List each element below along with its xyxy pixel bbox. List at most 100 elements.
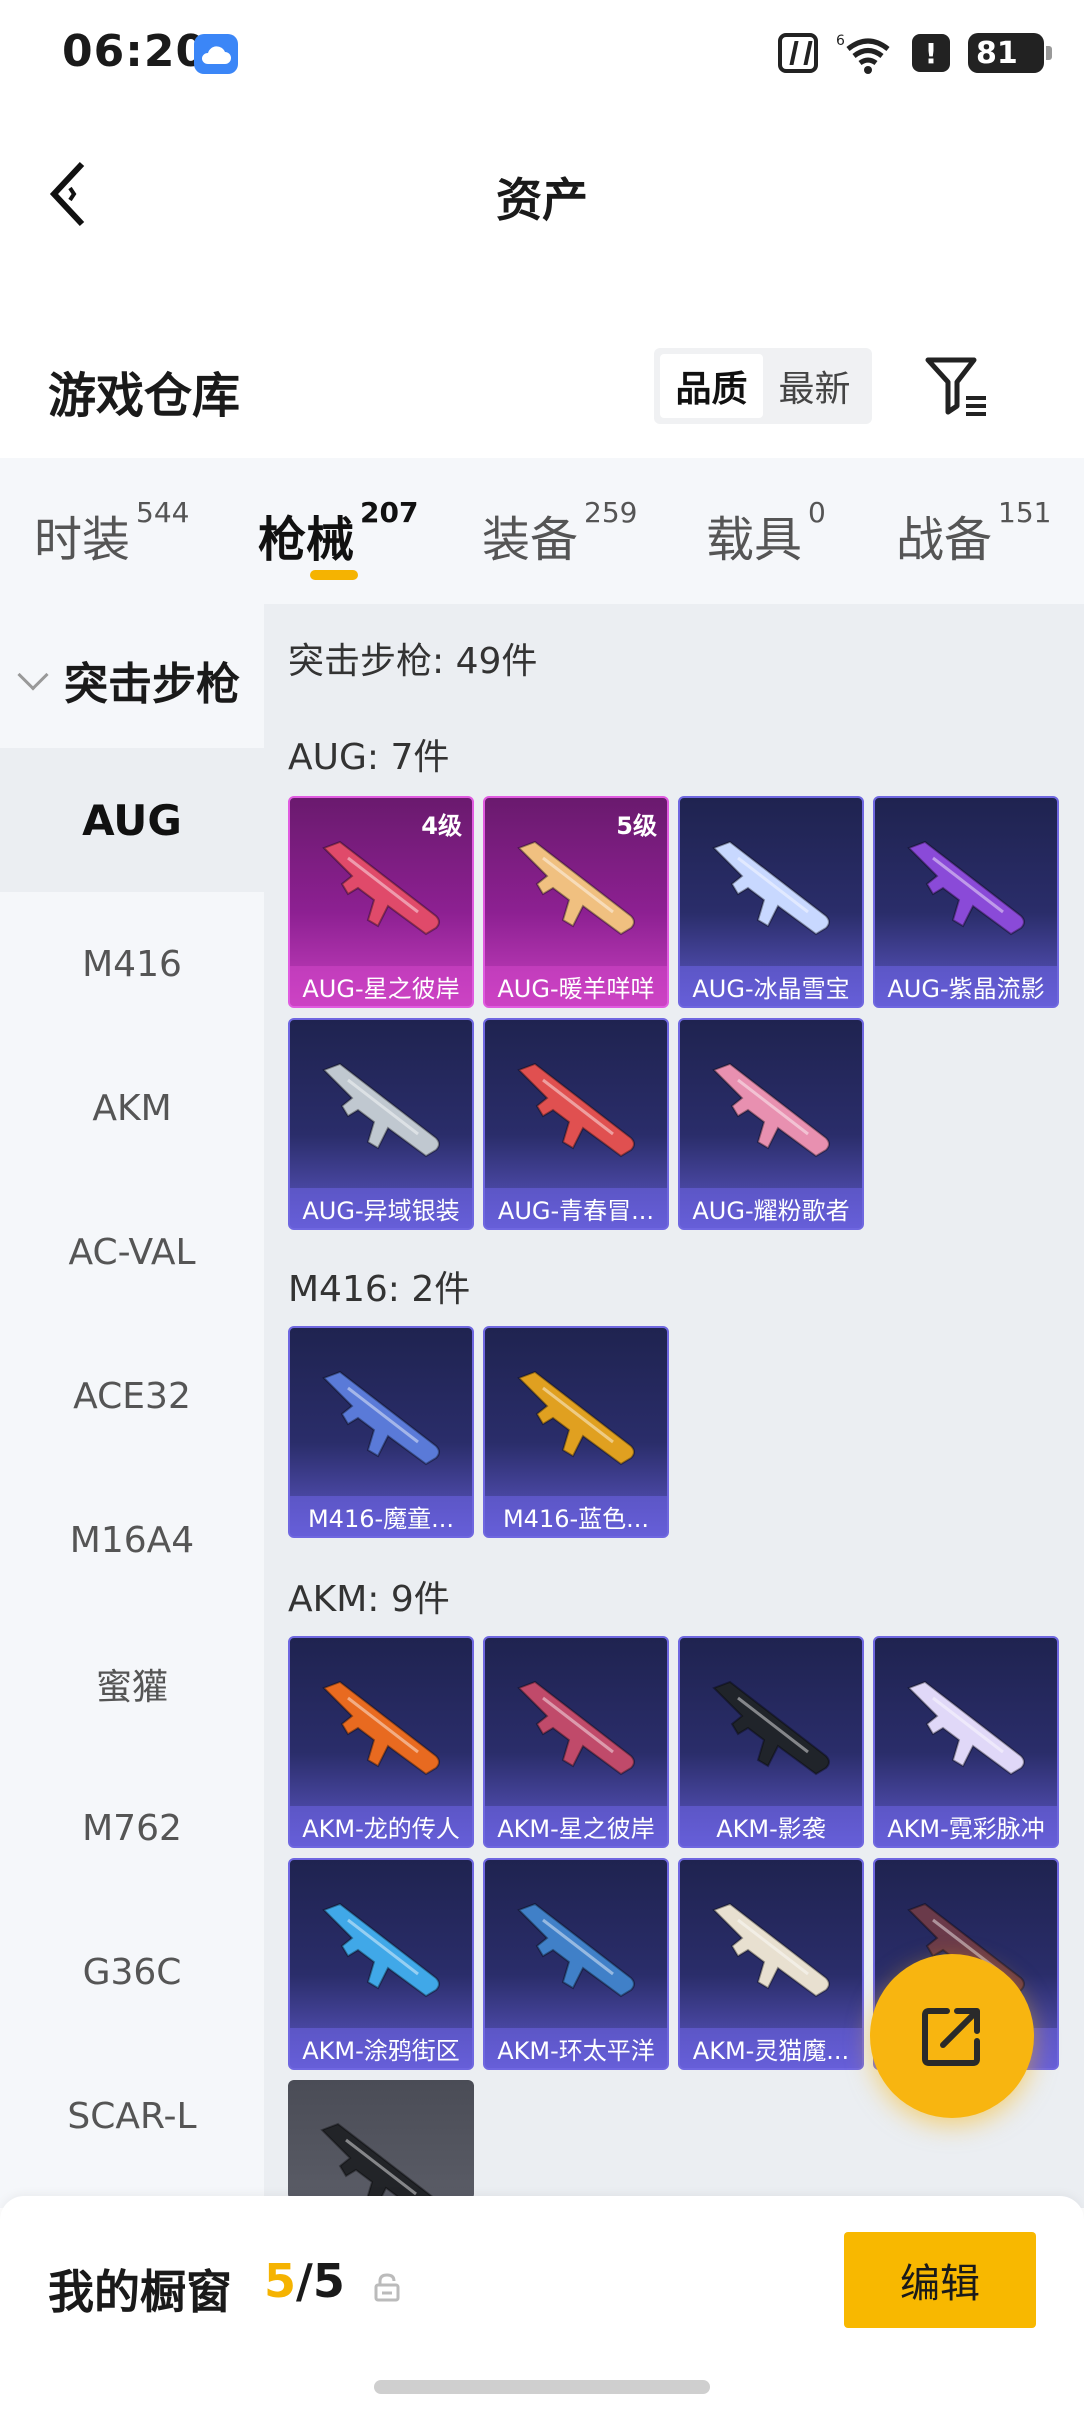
weapon-name: AKM-星之彼岸 [485, 1806, 667, 1846]
status-bar: 06:20 6 ! 81 [0, 0, 1084, 110]
rifle-icon [322, 1370, 440, 1466]
tab-fashion[interactable]: 时装 544 [34, 496, 189, 570]
status-time: 06:20 [62, 26, 208, 77]
rifle-icon [322, 1062, 440, 1158]
tab-label: 战备 [896, 512, 993, 568]
home-indicator[interactable] [374, 2380, 710, 2394]
weapon-card[interactable]: AKM-龙的传人 [288, 1636, 474, 1848]
cloud-icon [194, 34, 238, 74]
category-summary: 突击步枪: 49件 [288, 641, 538, 682]
rifle-icon [712, 1902, 830, 1998]
sort-latest-option[interactable]: 最新 [763, 354, 866, 418]
rifle-icon [517, 1680, 635, 1776]
weapon-card[interactable]: AUG-冰晶雪宝 [678, 796, 864, 1008]
rifle-icon [517, 840, 635, 936]
page-title: 资产 [496, 173, 588, 227]
rifle-icon [907, 1680, 1025, 1776]
sidebar-item-ace32[interactable]: ACE32 [0, 1324, 264, 1468]
showcase-total: /5 [296, 2254, 345, 2308]
rifle-icon [320, 2122, 437, 2200]
status-icons: 6 ! 81 [778, 30, 1052, 76]
weapon-card[interactable]: 5级 AUG-暖羊咩咩 [483, 796, 669, 1008]
filter-icon[interactable] [924, 354, 994, 420]
sidebar-item-g36c[interactable]: G36C [0, 1900, 264, 2044]
battery-level: 81 [976, 35, 1018, 71]
weapon-name: AKM-龙的传人 [290, 1806, 472, 1846]
weapon-card[interactable] [288, 2080, 474, 2200]
weapon-name: AKM-影袭 [680, 1806, 862, 1846]
weapon-name: M416-蓝色... [485, 1496, 667, 1536]
share-button[interactable] [870, 1954, 1034, 2118]
weapon-card[interactable]: AUG-耀粉歌者 [678, 1018, 864, 1230]
section-label-aug: AUG: 7件 [288, 737, 450, 778]
weapon-name: AKM-涂鸦街区 [290, 2028, 472, 2068]
weapon-name: AUG-紫晶流影 [875, 966, 1057, 1006]
weapon-card[interactable]: AUG-紫晶流影 [873, 796, 1059, 1008]
weapon-level: 5级 [616, 812, 657, 840]
weapon-name: AKM-灵猫魔... [680, 2028, 862, 2068]
weapon-card[interactable]: AKM-星之彼岸 [483, 1636, 669, 1848]
weapon-name: AUG-耀粉歌者 [680, 1188, 862, 1228]
share-external-icon [922, 2008, 980, 2066]
rifle-icon [322, 1902, 440, 1998]
sidebar-group-assault-rifles[interactable]: 突击步枪 [0, 640, 264, 720]
chevron-down-icon [17, 659, 49, 691]
showcase-bar: 我的橱窗 5/5 编辑 [0, 2196, 1084, 2412]
weapon-card[interactable]: M416-魔童... [288, 1326, 474, 1538]
sidebar-item-m762[interactable]: M762 [0, 1756, 264, 1900]
sidebar-item-aug[interactable]: AUG [0, 748, 264, 892]
weapon-card[interactable]: AUG-异域银装 [288, 1018, 474, 1230]
showcase-label: 我的橱窗 [48, 2265, 232, 2319]
weapon-name: AKM-环太平洋 [485, 2028, 667, 2068]
weapon-level: 4级 [421, 812, 462, 840]
section-label-akm: AKM: 9件 [288, 1579, 450, 1620]
rifle-icon [517, 1902, 635, 1998]
tab-count: 0 [808, 496, 826, 529]
tab-count: 207 [360, 496, 419, 529]
tab-guns[interactable]: 枪械 207 [258, 496, 418, 570]
tab-supplies[interactable]: 战备 151 [896, 496, 1051, 570]
warehouse-title: 游戏仓库 [48, 368, 241, 424]
weapon-card[interactable]: AUG-青春冒... [483, 1018, 669, 1230]
rifle-icon [322, 1680, 440, 1776]
sidebar-item-ac-val[interactable]: AC-VAL [0, 1180, 264, 1324]
sidebar-group-label: 突击步枪 [64, 659, 240, 710]
sidebar-item-akm[interactable]: AKM [0, 1036, 264, 1180]
tab-vehicles[interactable]: 载具 0 [706, 496, 826, 570]
weapon-name: AUG-冰晶雪宝 [680, 966, 862, 1006]
rifle-icon [907, 840, 1025, 936]
rifle-icon [517, 1062, 635, 1158]
weapon-card[interactable]: AKM-环太平洋 [483, 1858, 669, 2070]
tab-label: 装备 [482, 512, 579, 568]
weapon-card[interactable]: AKM-涂鸦街区 [288, 1858, 474, 2070]
weapon-card[interactable]: AKM-影袭 [678, 1636, 864, 1848]
alert-icon: ! [912, 34, 950, 72]
battery-icon: 81 [968, 33, 1052, 73]
weapon-name: AKM-霓彩脉冲 [875, 1806, 1057, 1846]
weapon-name: AUG-星之彼岸 [290, 966, 472, 1006]
weapon-name: AUG-暖羊咩咩 [485, 966, 667, 1006]
weapon-name: M416-魔童... [290, 1496, 472, 1536]
sidebar-item-m416[interactable]: M416 [0, 892, 264, 1036]
weapon-card[interactable]: M416-蓝色... [483, 1326, 669, 1538]
tab-count: 151 [998, 496, 1052, 529]
weapon-name: AUG-青春冒... [485, 1188, 667, 1228]
weapon-card[interactable]: AKM-灵猫魔... [678, 1858, 864, 2070]
sidebar-item-m16a4[interactable]: M16A4 [0, 1468, 264, 1612]
rifle-icon [517, 1370, 635, 1466]
sidebar-item-scar-l[interactable]: SCAR-L [0, 2044, 264, 2188]
showcase-count: 5/5 [264, 2254, 345, 2308]
edit-button[interactable]: 编辑 [844, 2232, 1036, 2328]
tab-label: 枪械 [258, 512, 355, 568]
weapon-card[interactable]: 4级 AUG-星之彼岸 [288, 796, 474, 1008]
showcase-current: 5 [264, 2254, 297, 2308]
tab-equipment[interactable]: 装备 259 [482, 496, 637, 570]
nfc-icon [778, 33, 818, 73]
weapon-name: AUG-异域银装 [290, 1188, 472, 1228]
lock-icon [374, 2273, 400, 2302]
sort-quality-option[interactable]: 品质 [660, 354, 763, 418]
sidebar-item-honey-badger[interactable]: 蜜獾 [0, 1612, 264, 1756]
section-label-m416: M416: 2件 [288, 1269, 471, 1310]
tab-count: 259 [584, 496, 638, 529]
weapon-card[interactable]: AKM-霓彩脉冲 [873, 1636, 1059, 1848]
